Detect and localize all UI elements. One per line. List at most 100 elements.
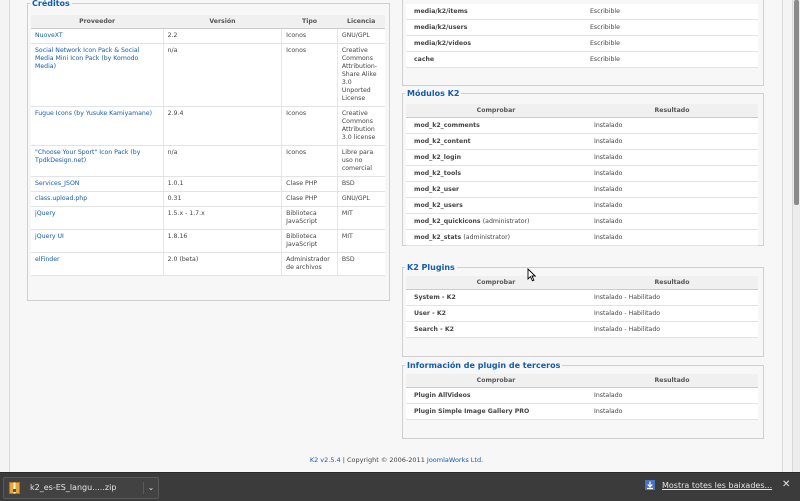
module-row: mod_k2_login Instalado xyxy=(406,149,758,166)
credits-version: 2.0 (beta) xyxy=(162,252,282,276)
credits-license: MIT xyxy=(336,229,385,253)
credits-row: Social Network Icon Pack & Social Media … xyxy=(31,43,385,107)
credits-type: Clase PHP xyxy=(281,191,338,207)
third-party-col-check: Comprobar xyxy=(406,374,586,388)
module-name: mod_k2_stats xyxy=(414,233,462,241)
credits-version: 2.9.4 xyxy=(162,106,282,146)
credits-license: GNU/GPL xyxy=(336,191,385,207)
module-result: Instalado xyxy=(586,213,758,230)
module-suffix: (administrator) xyxy=(482,217,530,225)
credits-table: Proveedor Versión Tipo Licencia NuoveXT … xyxy=(31,15,385,276)
module-row: mod_k2_tools Instalado xyxy=(406,165,758,182)
plugins-table: Comprobar Resultado System - K2 Instalad… xyxy=(406,276,758,338)
modules-col-result: Resultado xyxy=(586,104,758,118)
credits-row: class.upload.php 0.31 Clase PHP GNU/GPL xyxy=(31,191,385,207)
module-name: mod_k2_content xyxy=(414,137,471,145)
module-result: Instalado xyxy=(586,117,758,134)
module-suffix: (administrator) xyxy=(463,233,511,241)
credits-type: Iconos xyxy=(281,145,338,177)
credits-row: jQuery 1.5.x - 1.7.x Biblioteca JavaScri… xyxy=(31,206,385,230)
module-row: mod_k2_stats (administrator) Instalado xyxy=(406,229,758,246)
credits-license: Creative Commons Attribution 3.0 license xyxy=(336,106,385,146)
credits-row: NuoveXT 2.2 Iconos GNU/GPL xyxy=(31,28,385,44)
version-link[interactable]: K2 v2.5.4 xyxy=(310,456,341,464)
folder-path: media/k2/videos xyxy=(406,35,582,52)
download-bar: k2_es-ES_langu.....zip ⌄ Mostra totes le… xyxy=(0,472,800,501)
module-row: mod_k2_quickicons (administrator) Instal… xyxy=(406,213,758,230)
module-row: mod_k2_user Instalado xyxy=(406,181,758,198)
chevron-down-icon[interactable]: ⌄ xyxy=(143,482,158,494)
credits-provider-link[interactable]: Social Network Icon Pack & Social Media … xyxy=(35,47,139,70)
third-party-row: Plugin AllVideos Instalado xyxy=(406,387,758,404)
show-all-downloads-link[interactable]: Mostra totes les baixades... xyxy=(662,481,772,490)
folder-path: media/k2/items xyxy=(406,4,582,20)
credits-type: Clase PHP xyxy=(281,176,338,192)
credits-legend: Créditos xyxy=(32,0,70,8)
credits-col-license: Licencia xyxy=(337,15,385,29)
page-scrollbar[interactable] xyxy=(792,0,800,472)
credits-provider-link[interactable]: "Choose Your Sport" Icon Pack (by TpdkDe… xyxy=(35,149,140,164)
plugins-col-result: Resultado xyxy=(586,276,758,290)
credits-row: Services_JSON 1.0.1 Clase PHP BSD xyxy=(31,176,385,192)
module-result: Instalado xyxy=(586,181,758,198)
credits-type: Administrador de archivos xyxy=(281,252,338,276)
module-row: mod_k2_comments Instalado xyxy=(406,117,758,134)
folder-path: media/k2/users xyxy=(406,19,582,36)
copyright-text: | Copyright © 2006-2011 xyxy=(340,456,427,464)
mouse-pointer-icon xyxy=(527,268,536,282)
page: Créditos Proveedor Versión Tipo Licencia… xyxy=(0,0,793,472)
credits-version: 0.31 xyxy=(162,191,282,207)
credits-row: "Choose Your Sport" Icon Pack (by TpdkDe… xyxy=(31,145,385,177)
credits-provider-link[interactable]: jQuery xyxy=(35,210,56,217)
third-party-row: Plugin Simple Image Gallery PRO Instalad… xyxy=(406,403,758,420)
credits-license: GNU/GPL xyxy=(336,28,385,44)
credits-col-type: Tipo xyxy=(281,15,338,29)
credits-license: Libre para uso no comercial xyxy=(336,145,385,177)
credits-provider-link[interactable]: elFinder xyxy=(35,256,60,263)
folder-row: media/k2/users Escribible xyxy=(406,19,758,36)
credits-version: 1.8.16 xyxy=(162,229,282,253)
credits-type: Biblioteca JavaScript xyxy=(281,229,338,253)
credits-type: Iconos xyxy=(281,28,338,44)
third-party-result: Instalado xyxy=(586,387,758,404)
credits-provider-link[interactable]: class.upload.php xyxy=(35,195,87,202)
company-link[interactable]: JoomlaWorks Ltd. xyxy=(427,456,483,464)
folder-row: media/k2/videos Escribible xyxy=(406,35,758,52)
third-party-legend: Información de plugin de terceros xyxy=(407,361,561,370)
credits-type: Iconos xyxy=(281,106,338,146)
module-result: Instalado xyxy=(586,133,758,150)
credits-provider-link[interactable]: Services_JSON xyxy=(35,180,79,187)
page-footer: K2 v2.5.4 | Copyright © 2006-2011 Joomla… xyxy=(0,456,793,464)
modules-col-check: Comprobar xyxy=(406,104,586,118)
credits-provider-link[interactable]: jQuery UI xyxy=(35,233,64,240)
plugins-legend: K2 Plugins xyxy=(407,263,455,272)
modules-legend: Módulos K2 xyxy=(407,89,460,98)
credits-license: BSD xyxy=(336,176,385,192)
plugins-col-check: Comprobar xyxy=(406,276,586,290)
credits-provider-link[interactable]: Fugue Icons (by Yusuke Kamiyamane) xyxy=(35,110,152,117)
third-party-name: Plugin AllVideos xyxy=(406,387,586,404)
credits-col-provider: Proveedor xyxy=(31,15,164,29)
credits-type: Iconos xyxy=(281,43,338,107)
zip-file-icon xyxy=(9,482,20,494)
download-arrow-icon xyxy=(645,480,655,490)
plugin-result: Instalado - Habilitado xyxy=(586,305,758,322)
folder-row: cache Escribible xyxy=(406,51,758,68)
folder-status: Escribible xyxy=(582,51,758,68)
download-item[interactable]: k2_es-ES_langu.....zip ⌄ xyxy=(3,477,159,499)
folder-status: Escribible xyxy=(582,4,758,20)
module-row: mod_k2_users Instalado xyxy=(406,197,758,214)
module-name: mod_k2_comments xyxy=(414,121,480,129)
folder-status: Escribible xyxy=(582,35,758,52)
plugin-name: System - K2 xyxy=(406,289,586,306)
credits-version: 1.5.x - 1.7.x xyxy=(162,206,282,230)
scrollbar-thumb[interactable] xyxy=(794,0,799,205)
module-name: mod_k2_user xyxy=(414,185,460,193)
close-icon[interactable]: ✕ xyxy=(782,479,790,490)
credits-version: n/a xyxy=(162,43,282,107)
third-party-col-result: Resultado xyxy=(586,374,758,388)
module-result: Instalado xyxy=(586,149,758,166)
folder-path: cache xyxy=(406,51,582,68)
module-result: Instalado xyxy=(586,229,758,246)
credits-provider-link[interactable]: NuoveXT xyxy=(35,32,63,39)
